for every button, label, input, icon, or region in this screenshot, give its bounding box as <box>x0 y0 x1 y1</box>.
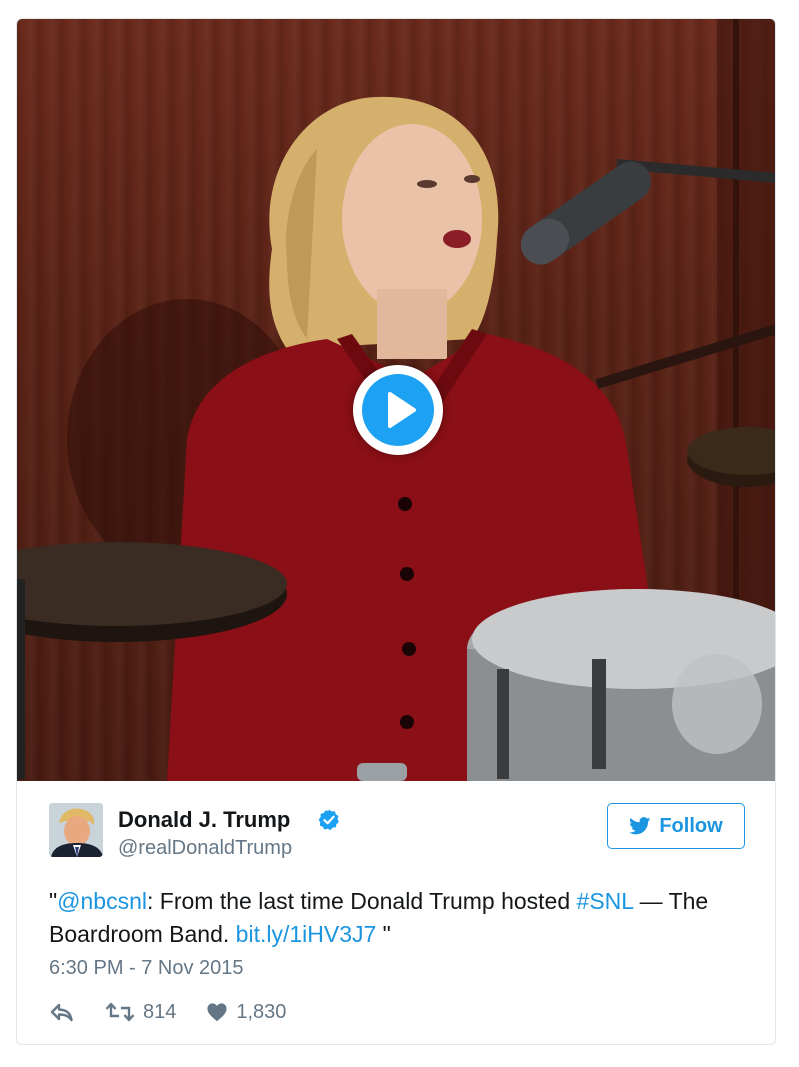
quote-open: " <box>49 888 58 914</box>
tweet-card: Donald J. Trump @realDonaldTrump Follow … <box>16 18 776 1045</box>
user-name[interactable]: Donald J. Trump <box>118 807 290 833</box>
tweet-timestamp[interactable]: 6:30 PM - 7 Nov 2015 <box>49 957 244 980</box>
tweet-actions: 814 1,830 <box>49 997 286 1027</box>
video-thumbnail[interactable] <box>17 19 775 781</box>
url-link[interactable]: bit.ly/1iHV3J7 <box>236 921 377 947</box>
reply-icon <box>50 1003 73 1022</box>
avatar-image <box>49 803 103 857</box>
retweet-count: 814 <box>143 1000 177 1023</box>
retweet-button[interactable]: 814 <box>105 1001 176 1024</box>
play-button[interactable] <box>353 365 443 455</box>
avatar[interactable] <box>49 803 103 857</box>
twitter-bird-icon <box>629 817 651 835</box>
quote-close: " <box>376 921 391 947</box>
heart-icon <box>207 1003 227 1022</box>
tweet-text-part1: : From the last time Donald Trump hosted <box>147 888 577 914</box>
play-icon[interactable] <box>362 374 434 446</box>
retweet-icon <box>105 1002 135 1022</box>
reply-button[interactable] <box>49 1002 75 1022</box>
mention-link[interactable]: @nbcsnl <box>57 888 147 914</box>
user-handle[interactable]: @realDonaldTrump <box>118 837 292 860</box>
tweet-text: "@nbcsnl: From the last time Donald Trum… <box>49 885 749 951</box>
verified-badge-icon <box>317 808 341 832</box>
like-count: 1,830 <box>236 1000 287 1023</box>
follow-label: Follow <box>659 814 723 837</box>
like-button[interactable]: 1,830 <box>206 1001 286 1024</box>
hashtag-link[interactable]: #SNL <box>577 888 634 914</box>
follow-button[interactable]: Follow <box>607 803 745 849</box>
